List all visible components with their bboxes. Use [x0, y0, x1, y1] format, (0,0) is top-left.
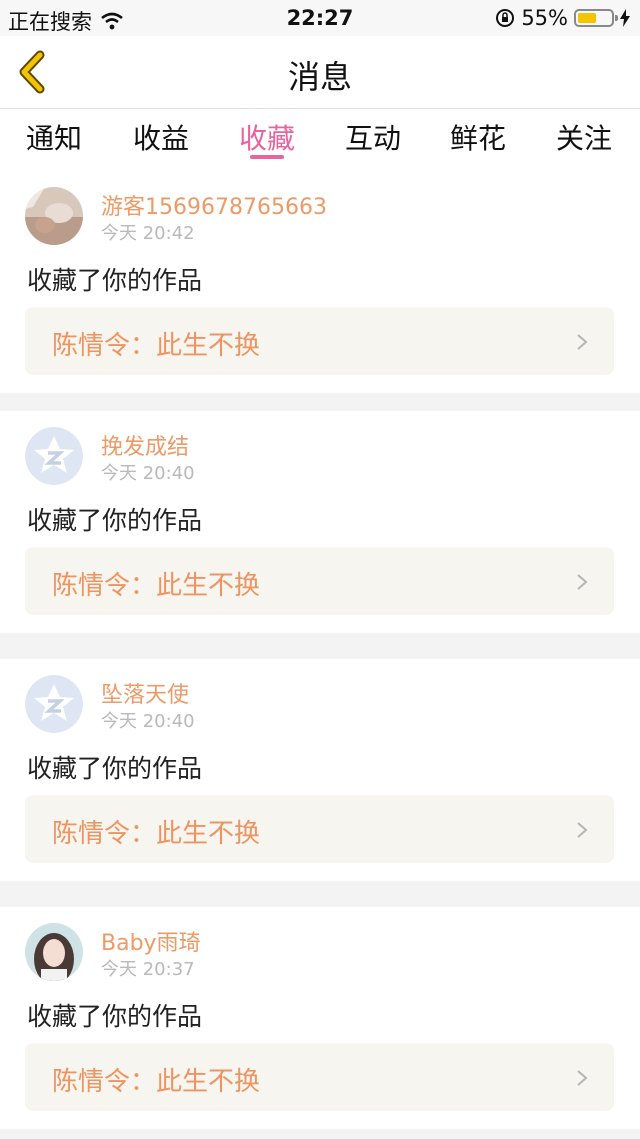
avatar[interactable]: [25, 427, 83, 485]
chevron-right-icon: [577, 574, 588, 590]
username[interactable]: 坠落天使: [101, 677, 189, 709]
list-item: 挽发成结 今天 20:40 收藏了你的作品 陈情令：此生不换: [0, 411, 640, 633]
timestamp: 今天 20:37: [101, 959, 195, 980]
list-item: Baby雨琦 今天 20:37 收藏了你的作品 陈情令：此生不换: [0, 907, 640, 1129]
tab-following[interactable]: 关注: [531, 117, 637, 157]
battery-tip: [615, 15, 618, 21]
work-title: 陈情令：此生不换: [52, 331, 261, 361]
qq-default-avatar-icon: [25, 675, 83, 733]
action-text: 收藏了你的作品: [27, 266, 203, 295]
tab-favorites[interactable]: 收藏: [214, 117, 320, 157]
photo-avatar-icon: [25, 923, 83, 981]
list-item: 坠落天使 今天 20:40 收藏了你的作品 陈情令：此生不换: [0, 659, 640, 881]
tab-flowers[interactable]: 鲜花: [425, 117, 531, 157]
username[interactable]: 游客1569678765663: [101, 189, 327, 221]
battery-percent: 55%: [521, 6, 568, 30]
avatar[interactable]: [25, 923, 83, 981]
avatar[interactable]: [25, 187, 83, 245]
work-link[interactable]: 陈情令：此生不换: [25, 547, 614, 615]
work-link[interactable]: 陈情令：此生不换: [25, 1043, 614, 1111]
battery-fill: [578, 13, 596, 23]
username[interactable]: 挽发成结: [101, 429, 189, 461]
tab-earnings[interactable]: 收益: [108, 117, 214, 157]
list-item: 游客1569678765663 今天 20:42 收藏了你的作品 陈情令：此生不…: [0, 171, 640, 393]
chevron-right-icon: [577, 334, 588, 350]
photo-avatar-icon: [25, 187, 83, 245]
avatar[interactable]: [25, 675, 83, 733]
work-title: 陈情令：此生不换: [52, 571, 261, 601]
battery-icon: [574, 9, 618, 27]
chevron-right-icon: [577, 822, 588, 838]
charging-icon: [620, 9, 630, 27]
tab-notifications[interactable]: 通知: [1, 117, 107, 157]
timestamp: 今天 20:40: [101, 711, 195, 732]
orientation-lock-icon: [496, 9, 515, 27]
tab-bar: 通知 收益 收藏 互动 鲜花 关注: [0, 109, 640, 171]
work-title: 陈情令：此生不换: [52, 819, 261, 849]
work-link[interactable]: 陈情令：此生不换: [25, 307, 614, 375]
action-text: 收藏了你的作品: [27, 754, 203, 783]
status-bar: 正在搜索 22:27 55%: [0, 0, 640, 36]
timestamp: 今天 20:40: [101, 463, 195, 484]
nav-bar: 消息: [0, 36, 640, 109]
work-link[interactable]: 陈情令：此生不换: [25, 795, 614, 863]
action-text: 收藏了你的作品: [27, 1002, 203, 1031]
timestamp: 今天 20:42: [101, 223, 195, 244]
active-tab-indicator: [250, 155, 284, 159]
work-title: 陈情令：此生不换: [52, 1067, 261, 1097]
status-right: 55%: [495, 6, 630, 30]
action-text: 收藏了你的作品: [27, 506, 203, 535]
qq-default-avatar-icon: [25, 427, 83, 485]
chevron-right-icon: [577, 1070, 588, 1086]
username[interactable]: Baby雨琦: [101, 925, 201, 957]
tab-interactions[interactable]: 互动: [320, 117, 426, 157]
page-title: 消息: [287, 58, 352, 96]
